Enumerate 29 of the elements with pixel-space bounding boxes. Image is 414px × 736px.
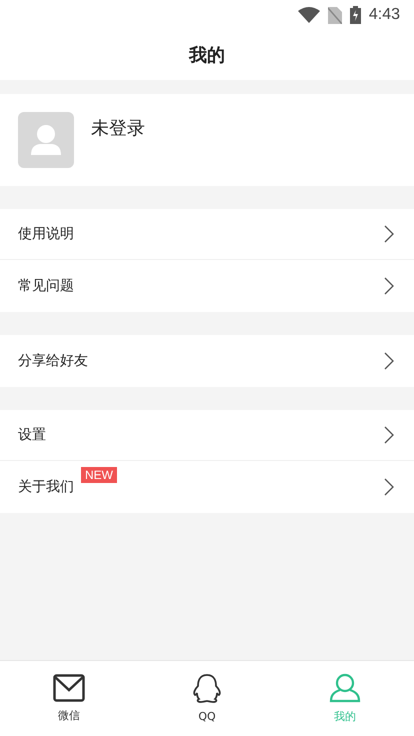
menu-label: 设置 [18, 426, 46, 444]
new-badge: NEW [81, 467, 117, 483]
profile-card[interactable]: 未登录 [0, 94, 414, 186]
chevron-right-icon [384, 225, 394, 243]
menu-label: 分享给好友 [18, 352, 88, 370]
tab[interactable]: QQ [138, 661, 276, 736]
avatar-icon [18, 112, 74, 168]
menu-label: 关于我们 [18, 478, 74, 496]
menu-item[interactable]: 分享给好友 [0, 335, 414, 387]
battery-charging-icon [350, 6, 361, 24]
no-sim-icon [328, 6, 342, 24]
mail-icon [53, 674, 85, 702]
person-icon [329, 673, 361, 703]
chevron-right-icon [384, 352, 394, 370]
status-time: 4:43 [368, 6, 400, 24]
menu-label: 常见问题 [18, 277, 74, 295]
chevron-right-icon [384, 277, 394, 295]
penguin-icon [191, 674, 223, 704]
menu-item[interactable]: 常见问题 [0, 260, 414, 312]
menu-item[interactable]: 设置 [0, 410, 414, 461]
chevron-right-icon [384, 478, 394, 496]
tab[interactable]: 微信 [0, 661, 138, 736]
wifi-icon [298, 7, 320, 23]
chevron-right-icon [384, 426, 394, 444]
page-title: 我的 [189, 44, 225, 67]
menu-item[interactable]: 关于我们 NEW [0, 461, 414, 513]
login-status: 未登录 [91, 117, 145, 140]
menu-item[interactable]: 使用说明 [0, 209, 414, 260]
menu-label: 使用说明 [18, 225, 74, 243]
